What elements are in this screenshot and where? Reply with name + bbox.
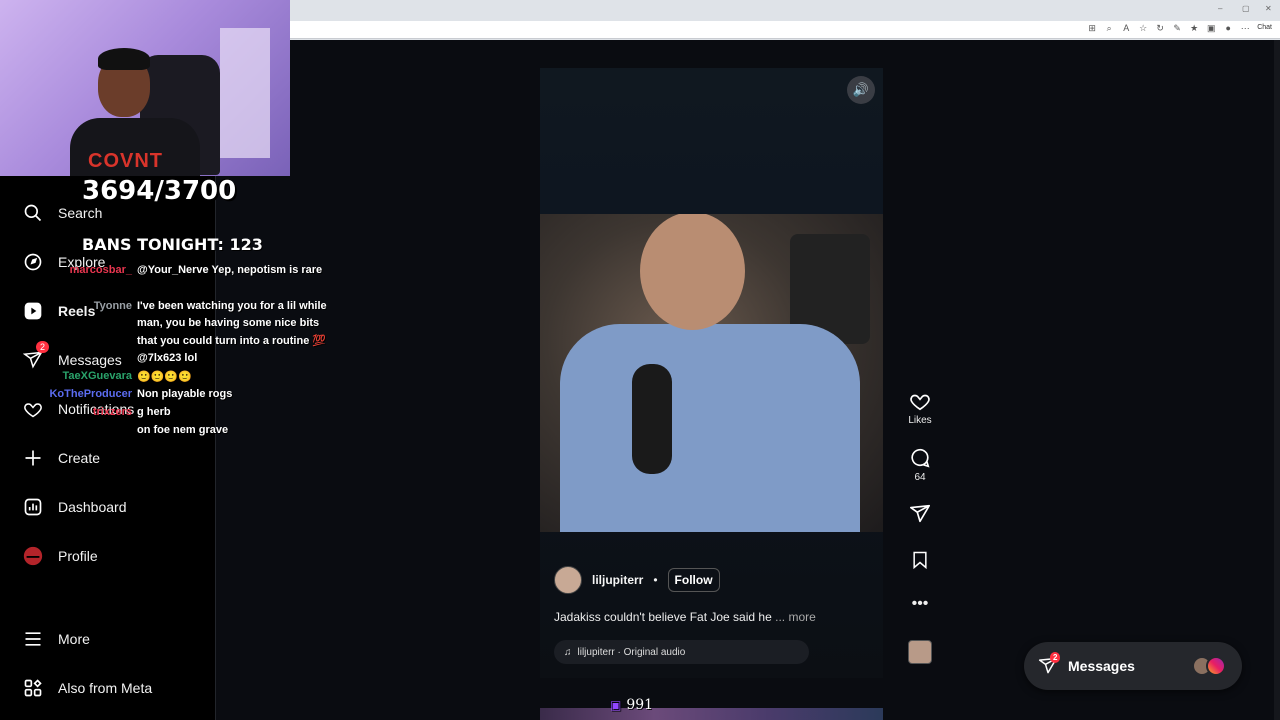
comment-icon: [911, 448, 930, 468]
chat-username[interactable]: TaeXGuevara: [20, 370, 132, 382]
more-options-button[interactable]: •••: [906, 595, 934, 613]
video-person-head: [640, 214, 745, 330]
chat-username[interactable]: trixzers: [20, 406, 132, 418]
viewer-count-value: 991: [626, 697, 654, 713]
refresh-icon[interactable]: ↻: [1155, 23, 1165, 33]
caption-more-link[interactable]: ... more: [775, 610, 816, 624]
like-button[interactable]: Likes: [906, 390, 934, 426]
profile-icon[interactable]: ●: [1223, 23, 1233, 33]
zoom-icon[interactable]: ⌕: [1104, 23, 1114, 33]
messages-popover-button[interactable]: 2 Messages: [1024, 642, 1242, 690]
reel-card[interactable]: 🔊 liljupiterr • Follow Jadakiss couldn't…: [540, 68, 883, 678]
author-username[interactable]: liljupiterr: [592, 573, 643, 587]
sidebar-item-messages[interactable]: 2 Messages: [22, 341, 122, 371]
instagram-icon: [1206, 656, 1226, 676]
sidebar-item-dashboard[interactable]: Dashboard: [22, 496, 127, 518]
apps-icon[interactable]: ⊞: [1087, 23, 1097, 33]
webcam-background-door: [220, 28, 270, 158]
chat-text: g herb: [137, 406, 171, 418]
chat-text: I've been watching you for a lil while: [137, 300, 327, 312]
audio-thumbnail[interactable]: [908, 640, 932, 664]
share-button[interactable]: [906, 503, 934, 528]
twitch-icon: ▣: [610, 698, 622, 712]
chat-text: that you could turn into a routine 💯: [137, 335, 327, 347]
sidebar-item-more[interactable]: More: [22, 628, 90, 650]
maximize-button[interactable]: ▢: [1242, 4, 1250, 13]
viewer-count: ▣ 991: [610, 697, 653, 713]
reel-video[interactable]: [540, 214, 883, 532]
reel-audio[interactable]: ♫ liljupiterr · Original audio: [554, 640, 809, 664]
sidebar-item-label: Dashboard: [58, 499, 127, 515]
save-button[interactable]: [906, 550, 934, 573]
heart-icon: [910, 394, 930, 411]
sidebar-item-label: Profile: [58, 548, 98, 564]
messages-icon: 2: [22, 341, 50, 371]
favorite-star-icon[interactable]: ☆: [1138, 23, 1148, 33]
plus-icon: [22, 447, 44, 469]
browser-extension-icons: ⊞ ⌕ A ☆ ↻ ✎ ★ ▣ ● ⋯ Chat: [1087, 23, 1272, 33]
close-window-button[interactable]: ✕: [1265, 4, 1272, 13]
extensions-icon[interactable]: ✎: [1172, 23, 1182, 33]
meta-icon: [22, 677, 44, 699]
message-avatars: [1192, 656, 1226, 676]
music-note-icon: ♫: [564, 646, 572, 658]
minimize-button[interactable]: –: [1218, 4, 1222, 13]
chat-text: @7lx623 lol: [137, 352, 198, 364]
next-reel-preview[interactable]: [540, 708, 883, 720]
chat-username[interactable]: marcosbar_: [20, 264, 132, 276]
volume-button[interactable]: 🔊: [847, 76, 875, 104]
sidebar-item-label: Search: [58, 205, 103, 221]
page-scrollbar[interactable]: [1274, 40, 1280, 720]
collections-icon[interactable]: ▣: [1206, 23, 1216, 33]
sidebar-item-profile[interactable]: Profile: [22, 545, 98, 567]
separator-dot: •: [653, 573, 658, 587]
more-options-icon[interactable]: ⋯: [1240, 23, 1250, 33]
chat-text: @Your_Nerve Yep, nepotism is rare: [137, 264, 323, 276]
podcast-microphone: [632, 364, 672, 474]
sidebar-item-label: Messages: [58, 352, 122, 368]
bookmark-icon: [913, 551, 927, 570]
author-avatar[interactable]: [554, 566, 582, 594]
profile-icon: [22, 545, 44, 567]
dashboard-icon: [22, 496, 44, 518]
audio-label: liljupiterr · Original audio: [577, 646, 686, 658]
video-person-body: [560, 324, 860, 532]
messages-badge: 2: [1050, 652, 1061, 663]
chat-username[interactable]: Tyonne: [20, 300, 132, 312]
ellipsis-icon: •••: [911, 595, 929, 612]
search-icon: [22, 202, 44, 224]
sidebar-item-label: Create: [58, 450, 101, 466]
copilot-chat-button[interactable]: Chat: [1257, 23, 1272, 33]
favorites-icon[interactable]: ★: [1189, 23, 1199, 33]
read-aloud-icon[interactable]: A: [1121, 23, 1131, 33]
reel-author: liljupiterr • Follow: [554, 566, 720, 594]
comment-button[interactable]: 64: [906, 447, 934, 483]
sidebar-item-create[interactable]: Create: [22, 447, 100, 469]
comments-count: 64: [914, 472, 926, 483]
instagram-sidebar: Search Explore Reels 2 Messages Notifications…: [0, 176, 216, 720]
sidebar-item-also-from-meta[interactable]: Also from Meta: [22, 677, 152, 699]
reel-caption: Jadakiss couldn't believe Fat Joe said h…: [554, 610, 816, 624]
likes-label: Likes: [908, 415, 932, 426]
chat-text: man, you be having some nice bits: [137, 317, 320, 329]
follow-button[interactable]: Follow: [667, 568, 720, 592]
sidebar-item-label: More: [58, 631, 90, 647]
messages-badge: 2: [36, 341, 50, 353]
caption-text: Jadakiss couldn't believe Fat Joe said h…: [554, 610, 772, 624]
shirt-text: COVNT: [88, 150, 163, 172]
send-icon: [910, 504, 930, 523]
sidebar-item-label: Also from Meta: [58, 680, 153, 696]
chat-text: Non playable rogs: [137, 388, 233, 400]
streamer-hair: [98, 48, 150, 70]
speaker-icon: 🔊: [852, 82, 870, 97]
menu-icon: [22, 628, 44, 650]
bans-counter: BANS TONIGHT: 123: [82, 235, 263, 254]
chat-text: on foe nem grave: [137, 424, 229, 436]
messages-pill-label: Messages: [1068, 658, 1135, 674]
chat-text: 🙂🙂🙂🙂: [137, 371, 192, 383]
streamer-webcam: COVNT: [0, 0, 290, 176]
chat-username[interactable]: KoTheProducer: [20, 388, 132, 400]
goal-counter: 3694/3700: [82, 176, 237, 206]
